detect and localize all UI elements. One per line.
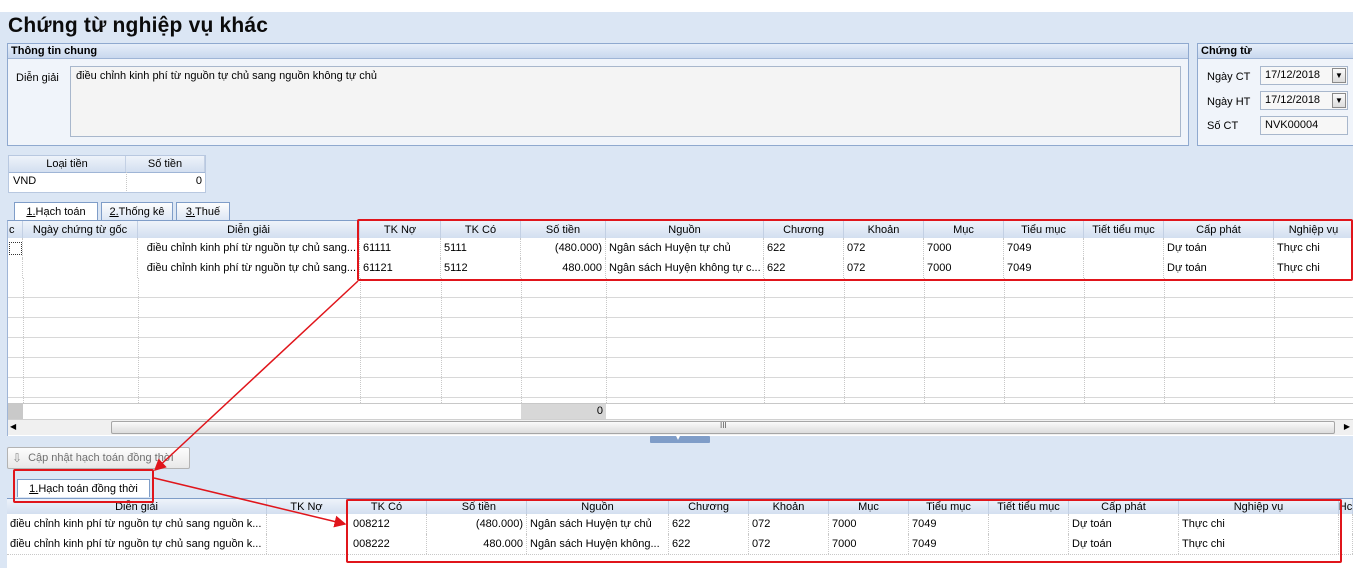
arrow-line-to-bottom-grid <box>153 477 347 528</box>
annotation-arrows <box>153 280 359 528</box>
arrow-line-to-tab <box>153 280 359 472</box>
